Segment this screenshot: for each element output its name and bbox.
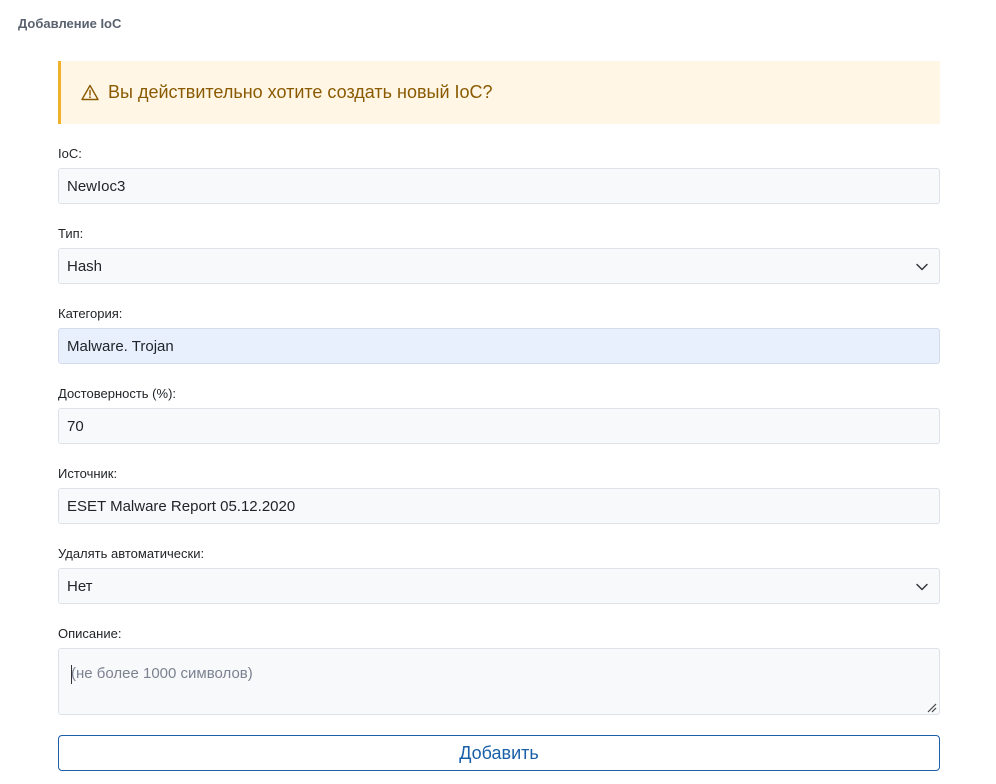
auto-delete-select[interactable]: Нет (58, 568, 940, 604)
add-ioc-form: Вы действительно хотите создать новый Io… (58, 61, 940, 771)
page-title: Добавление IoC (18, 16, 122, 31)
source-label: Источник: (58, 466, 118, 481)
type-select[interactable]: Hash (58, 248, 940, 284)
category-input[interactable]: Malware. Trojan (58, 328, 940, 364)
add-button[interactable]: Добавить (58, 735, 940, 771)
description-label: Описание: (58, 626, 122, 641)
confidence-value: 70 (67, 417, 84, 435)
warning-alert: Вы действительно хотите создать новый Io… (58, 61, 940, 124)
ioc-input[interactable]: NewIoc3 (58, 168, 940, 204)
confidence-input[interactable]: 70 (58, 408, 940, 444)
text-caret (71, 665, 72, 684)
category-label: Категория: (58, 306, 123, 321)
source-input[interactable]: ESET Malware Report 05.12.2020 (58, 488, 940, 524)
type-value: Hash (67, 257, 103, 275)
chevron-down-icon (915, 260, 929, 274)
category-value: Malware. Trojan (67, 337, 174, 355)
ioc-value: NewIoc3 (67, 177, 126, 195)
resize-handle-icon[interactable] (925, 700, 937, 713)
confidence-label: Достоверность (%): (58, 386, 177, 401)
auto-delete-value: Нет (67, 577, 93, 595)
auto-delete-label: Удалять автоматически: (58, 546, 205, 561)
chevron-down-icon (915, 580, 929, 594)
description-placeholder: (не более 1000 символов) (71, 665, 253, 682)
page: Добавление IoC Вы действительно хотите с… (0, 0, 996, 784)
description-textarea[interactable]: (не более 1000 символов) (58, 648, 940, 715)
warning-message: Вы действительно хотите создать новый Io… (108, 82, 493, 102)
warning-icon (81, 84, 99, 101)
source-value: ESET Malware Report 05.12.2020 (67, 497, 296, 515)
ioc-label: IoC: (58, 146, 82, 161)
type-label: Тип: (58, 226, 84, 241)
